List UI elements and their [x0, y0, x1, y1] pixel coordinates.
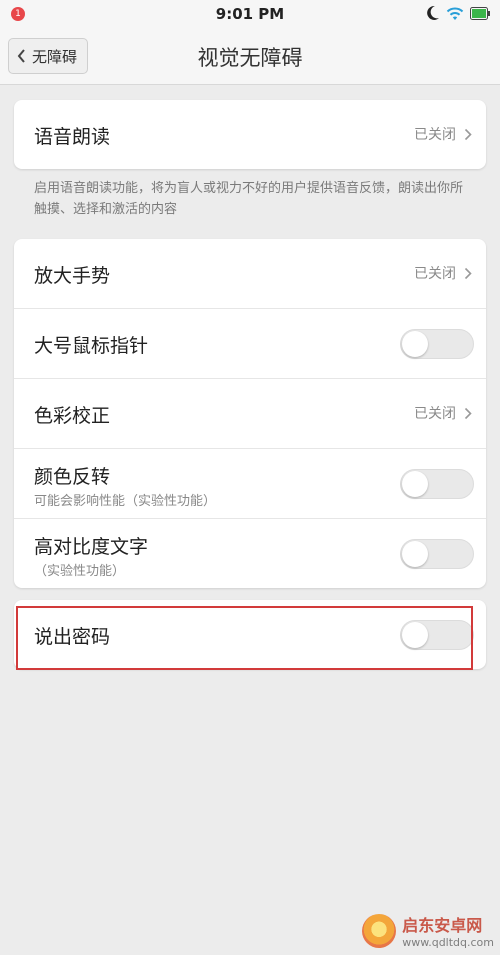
watermark-logo: [362, 913, 397, 948]
header-bar: 无障碍 视觉无障碍: [0, 28, 500, 85]
large-pointer-toggle[interactable]: [400, 329, 474, 359]
speech-value: 已关闭: [414, 124, 472, 144]
large-pointer-row: 大号鼠标指针: [14, 309, 486, 379]
page-title: 视觉无障碍: [197, 46, 303, 70]
color-correction-label: 色彩校正: [34, 405, 111, 427]
speech-card: 语音朗读 已关闭: [14, 100, 486, 169]
chevron-right-icon: [464, 128, 472, 140]
password-card: 说出密码: [14, 600, 486, 669]
display-card: 放大手势 已关闭 大号鼠标指针 色彩校正 已关闭 颜色反转 可能会影响性能（实验…: [14, 239, 486, 588]
high-contrast-subtitle: （实验性功能）: [34, 564, 126, 579]
chevron-right-icon: [464, 267, 472, 279]
watermark: 启东安卓网 www.qdltdq.com: [362, 912, 494, 949]
color-inversion-subtitle: 可能会影响性能（实验性功能）: [34, 494, 217, 509]
toggle-knob: [402, 622, 428, 648]
toggle-knob: [402, 331, 428, 357]
high-contrast-label: 高对比度文字: [34, 536, 149, 558]
speech-label: 语音朗读: [34, 126, 111, 148]
speech-description: 启用语音朗读功能，将为盲人或视力不好的用户提供语音反馈，朗读出你所触摸、选择和激…: [34, 181, 464, 217]
color-correction-status: 已关闭: [414, 406, 456, 422]
speak-password-row: 说出密码: [14, 600, 486, 669]
status-bar: 1 9:01 PM: [0, 0, 500, 28]
color-correction-row[interactable]: 色彩校正 已关闭: [14, 379, 486, 449]
speak-password-toggle[interactable]: [400, 620, 474, 650]
high-contrast-row: 高对比度文字 （实验性功能）: [14, 519, 486, 588]
magnify-gesture-status: 已关闭: [414, 266, 456, 282]
toggle-knob: [402, 541, 428, 567]
color-inversion-label: 颜色反转: [34, 466, 111, 488]
color-correction-value: 已关闭: [414, 403, 472, 423]
color-inversion-row: 颜色反转 可能会影响性能（实验性功能）: [14, 449, 486, 519]
watermark-title: 启东安卓网: [402, 916, 483, 935]
speech-row[interactable]: 语音朗读 已关闭: [14, 100, 486, 169]
status-icons: [426, 5, 490, 21]
wifi-icon: [446, 7, 464, 20]
high-contrast-toggle[interactable]: [400, 539, 474, 569]
status-time: 9:01 PM: [215, 5, 285, 23]
battery-icon: [470, 6, 490, 20]
chevron-right-icon: [464, 407, 472, 419]
toggle-knob: [402, 471, 428, 497]
magnify-gesture-row[interactable]: 放大手势 已关闭: [14, 239, 486, 309]
speech-status: 已关闭: [414, 127, 456, 143]
magnify-gesture-label: 放大手势: [34, 265, 111, 287]
color-inversion-toggle[interactable]: [400, 469, 474, 499]
large-pointer-label: 大号鼠标指针: [34, 335, 149, 357]
magnify-gesture-value: 已关闭: [414, 263, 472, 283]
speak-password-label: 说出密码: [34, 626, 111, 648]
moon-icon: [427, 5, 439, 20]
watermark-url: www.qdltdq.com: [402, 936, 494, 949]
